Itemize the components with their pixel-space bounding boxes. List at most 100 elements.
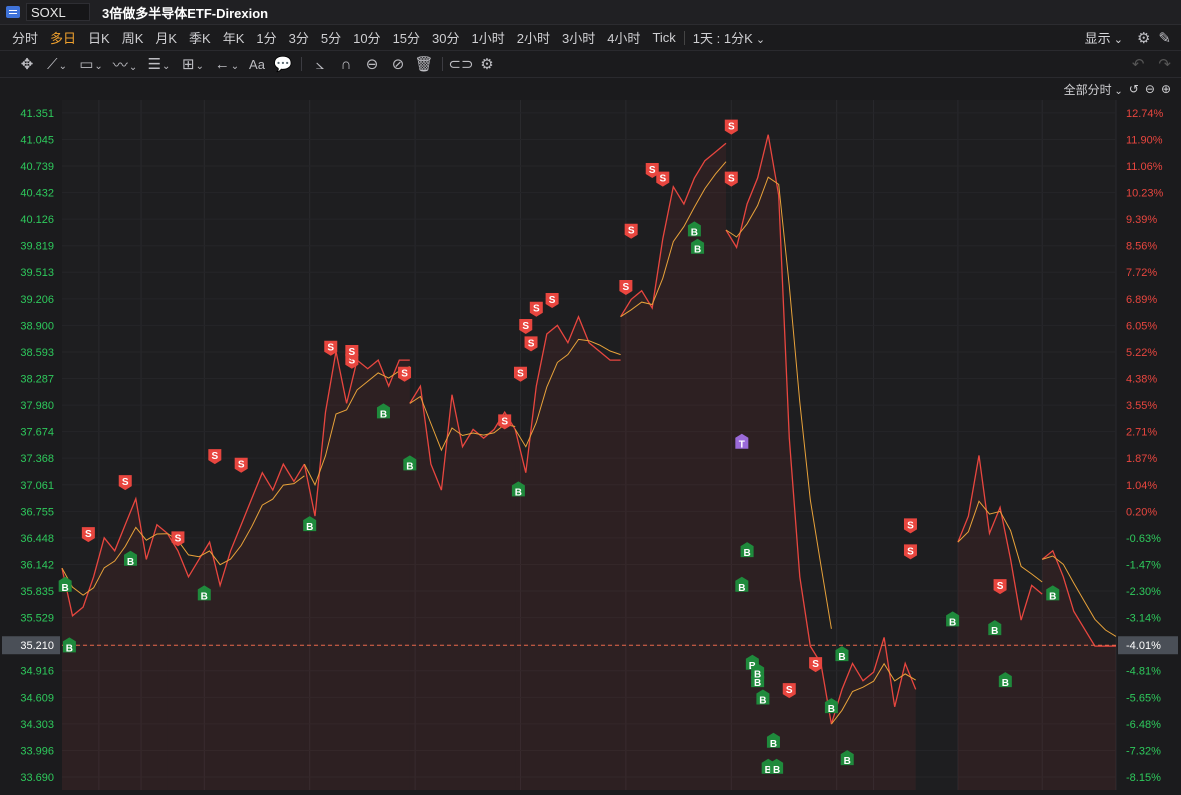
y-tick-right-24: -7.32% <box>1126 745 1161 757</box>
current-price-left-label: 35.210 <box>20 640 54 652</box>
y-tick-right-2: 11.06% <box>1126 161 1163 173</box>
y-tick-left-5: 39.819 <box>20 241 54 253</box>
y-tick-left-23: 34.303 <box>20 719 54 731</box>
svg-text:S: S <box>812 659 819 670</box>
y-tick-left-18: 35.835 <box>20 586 54 598</box>
y-tick-right-8: 6.05% <box>1126 320 1157 332</box>
svg-text:S: S <box>349 347 356 358</box>
svg-text:B: B <box>691 227 698 238</box>
y-tick-right-25: -8.15% <box>1126 772 1161 784</box>
svg-text:B: B <box>66 643 73 654</box>
svg-text:S: S <box>997 581 1004 592</box>
svg-text:S: S <box>728 174 735 185</box>
svg-text:T: T <box>739 440 745 451</box>
y-tick-right-9: 5.22% <box>1126 347 1157 359</box>
y-tick-left-6: 39.513 <box>20 267 54 279</box>
svg-text:B: B <box>773 765 780 776</box>
y-tick-right-19: -3.14% <box>1126 613 1161 625</box>
y-tick-left-21: 34.916 <box>20 666 54 678</box>
svg-text:B: B <box>127 557 134 568</box>
y-tick-left-2: 40.739 <box>20 161 54 173</box>
y-tick-left-19: 35.529 <box>20 613 54 625</box>
svg-text:S: S <box>238 460 245 471</box>
svg-text:S: S <box>85 529 92 540</box>
svg-text:S: S <box>327 343 334 354</box>
svg-text:S: S <box>659 174 666 185</box>
svg-text:S: S <box>211 451 218 462</box>
svg-text:S: S <box>907 520 914 531</box>
svg-text:B: B <box>738 583 745 594</box>
y-tick-left-17: 36.142 <box>20 559 54 571</box>
svg-text:B: B <box>844 756 851 767</box>
svg-text:B: B <box>406 461 413 472</box>
y-tick-left-11: 37.980 <box>20 400 54 412</box>
y-tick-right-12: 2.71% <box>1126 427 1157 439</box>
y-tick-right-10: 4.38% <box>1126 374 1157 386</box>
price-chart[interactable]: 41.351 12.74% 41.045 11.90% 40.739 11.06% 40.4… <box>0 0 1181 795</box>
svg-text:B: B <box>770 739 777 750</box>
svg-text:B: B <box>1049 591 1056 602</box>
y-tick-left-15: 36.755 <box>20 506 54 518</box>
svg-text:B: B <box>754 669 761 680</box>
y-tick-right-16: -0.63% <box>1126 533 1161 545</box>
y-tick-left-25: 33.690 <box>20 772 54 784</box>
y-tick-right-1: 11.90% <box>1126 134 1163 146</box>
y-tick-left-3: 40.432 <box>20 188 54 200</box>
svg-text:B: B <box>201 591 208 602</box>
svg-text:S: S <box>528 338 535 349</box>
svg-text:B: B <box>838 652 845 663</box>
svg-text:S: S <box>623 282 630 293</box>
y-tick-left-0: 41.351 <box>20 108 54 120</box>
svg-text:S: S <box>501 416 508 427</box>
y-tick-right-23: -6.48% <box>1126 719 1161 731</box>
y-tick-right-15: 0.20% <box>1126 506 1157 518</box>
svg-text:B: B <box>991 626 998 637</box>
svg-text:B: B <box>1002 678 1009 689</box>
y-tick-right-0: 12.74% <box>1126 108 1164 120</box>
y-tick-left-12: 37.674 <box>20 427 54 439</box>
y-tick-left-7: 39.206 <box>20 294 54 306</box>
y-tick-left-4: 40.126 <box>20 214 54 226</box>
svg-text:S: S <box>522 321 529 332</box>
svg-text:S: S <box>401 369 408 380</box>
y-tick-left-8: 38.900 <box>20 320 54 332</box>
y-tick-left-13: 37.368 <box>20 453 54 465</box>
svg-text:S: S <box>175 533 182 544</box>
y-tick-right-11: 3.55% <box>1126 400 1157 412</box>
svg-text:B: B <box>515 487 522 498</box>
svg-text:B: B <box>380 409 387 420</box>
svg-text:B: B <box>306 522 313 533</box>
y-tick-left-22: 34.609 <box>20 692 54 704</box>
svg-text:S: S <box>628 226 635 237</box>
svg-text:B: B <box>759 695 766 706</box>
y-tick-right-18: -2.30% <box>1126 586 1161 598</box>
svg-text:S: S <box>907 546 914 557</box>
svg-text:S: S <box>517 369 524 380</box>
y-tick-right-21: -4.81% <box>1126 666 1161 678</box>
y-tick-right-13: 1.87% <box>1126 453 1157 465</box>
svg-text:S: S <box>549 295 556 306</box>
svg-text:S: S <box>786 685 793 696</box>
y-tick-left-16: 36.448 <box>20 533 54 545</box>
y-tick-right-17: -1.47% <box>1126 559 1161 571</box>
y-tick-left-1: 41.045 <box>20 134 54 146</box>
y-tick-left-10: 38.287 <box>20 374 54 386</box>
svg-text:S: S <box>122 477 129 488</box>
y-tick-right-14: 1.04% <box>1126 480 1157 492</box>
y-tick-left-14: 37.061 <box>20 480 54 492</box>
y-tick-right-6: 7.72% <box>1126 267 1157 279</box>
y-tick-left-24: 33.996 <box>20 745 54 757</box>
y-tick-right-4: 9.39% <box>1126 214 1157 226</box>
svg-text:S: S <box>649 165 656 176</box>
svg-text:B: B <box>62 583 69 594</box>
current-price-right-label: -4.01% <box>1126 640 1161 652</box>
y-tick-left-9: 38.593 <box>20 347 54 359</box>
svg-text:S: S <box>728 122 735 133</box>
svg-text:B: B <box>949 617 956 628</box>
y-tick-right-22: -5.65% <box>1126 692 1161 704</box>
y-tick-right-3: 10.23% <box>1126 188 1164 200</box>
y-tick-right-7: 6.89% <box>1126 294 1157 306</box>
y-tick-right-5: 8.56% <box>1126 241 1157 253</box>
svg-text:B: B <box>694 245 701 256</box>
svg-text:B: B <box>743 548 750 559</box>
